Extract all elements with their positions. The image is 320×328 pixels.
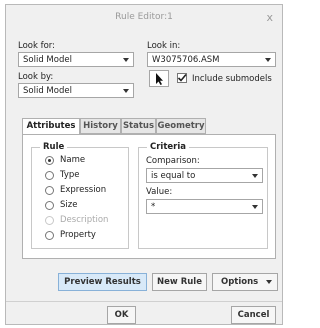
radio-expression[interactable] xyxy=(45,186,54,195)
radio-size[interactable] xyxy=(45,201,54,210)
include-submodels-checkbox[interactable] xyxy=(177,73,187,83)
chevron-down-icon xyxy=(123,58,129,62)
look-for-value: Solid Model xyxy=(23,55,72,65)
chevron-down-icon xyxy=(265,58,271,62)
radio-size-label: Size xyxy=(60,200,78,210)
radio-name-label: Name xyxy=(60,155,86,165)
arrow-pointer-icon xyxy=(156,73,163,85)
look-by-label: Look by: xyxy=(18,72,54,82)
value-value: * xyxy=(151,202,156,212)
rule-group: Rule Name Type Expression Size Descripti… xyxy=(31,142,129,249)
radio-property-label: Property xyxy=(60,230,96,240)
comparison-value: is equal to xyxy=(151,171,196,181)
chevron-down-icon xyxy=(252,205,258,209)
options-button-label: Options xyxy=(221,277,259,287)
chevron-down-icon xyxy=(252,174,258,178)
chevron-down-icon xyxy=(266,280,272,284)
look-in-value: W3075706.ASM xyxy=(152,55,220,65)
radio-name[interactable] xyxy=(45,156,54,165)
radio-type[interactable] xyxy=(45,171,54,180)
comparison-label: Comparison: xyxy=(146,156,200,166)
close-icon[interactable]: x xyxy=(266,11,273,24)
checkmark-icon xyxy=(177,73,187,82)
look-for-label: Look for: xyxy=(18,41,56,51)
options-button[interactable]: Options xyxy=(212,273,278,291)
attributes-panel: Rule Name Type Expression Size Descripti… xyxy=(22,134,276,259)
chevron-down-icon xyxy=(123,89,129,93)
new-rule-button[interactable]: New Rule xyxy=(152,273,207,291)
value-label: Value: xyxy=(146,187,173,197)
comparison-dropdown[interactable]: is equal to xyxy=(146,168,263,183)
preview-results-button[interactable]: Preview Results xyxy=(58,273,147,291)
radio-description-label: Description xyxy=(60,215,109,225)
title-bar: Rule Editor:1 x xyxy=(6,5,282,29)
tab-status[interactable]: Status xyxy=(121,118,156,134)
dialog-title: Rule Editor:1 xyxy=(115,12,173,22)
criteria-group-title: Criteria xyxy=(147,142,190,152)
criteria-group: Criteria Comparison: is equal to Value: … xyxy=(138,142,268,249)
select-pointer-button[interactable] xyxy=(149,70,169,87)
radio-type-label: Type xyxy=(60,170,80,180)
include-submodels-label: Include submodels xyxy=(192,74,272,84)
look-by-value: Solid Model xyxy=(23,86,72,96)
look-in-label: Look in: xyxy=(147,41,181,51)
rule-editor-dialog: Rule Editor:1 x Look for: Solid Model Lo… xyxy=(5,4,283,325)
rule-group-title: Rule xyxy=(40,142,68,152)
look-for-dropdown[interactable]: Solid Model xyxy=(18,52,134,67)
radio-description xyxy=(45,216,54,225)
tab-history[interactable]: History xyxy=(80,118,121,134)
footer-divider xyxy=(6,301,282,302)
tab-attributes[interactable]: Attributes xyxy=(22,118,80,135)
radio-property[interactable] xyxy=(45,231,54,240)
radio-expression-label: Expression xyxy=(60,185,107,195)
cancel-button[interactable]: Cancel xyxy=(231,306,276,324)
value-combobox[interactable]: * xyxy=(146,199,263,214)
look-in-dropdown[interactable]: W3075706.ASM xyxy=(147,52,276,67)
look-by-dropdown[interactable]: Solid Model xyxy=(18,83,134,98)
tab-geometry[interactable]: Geometry xyxy=(156,118,206,134)
ok-button[interactable]: OK xyxy=(107,306,136,324)
